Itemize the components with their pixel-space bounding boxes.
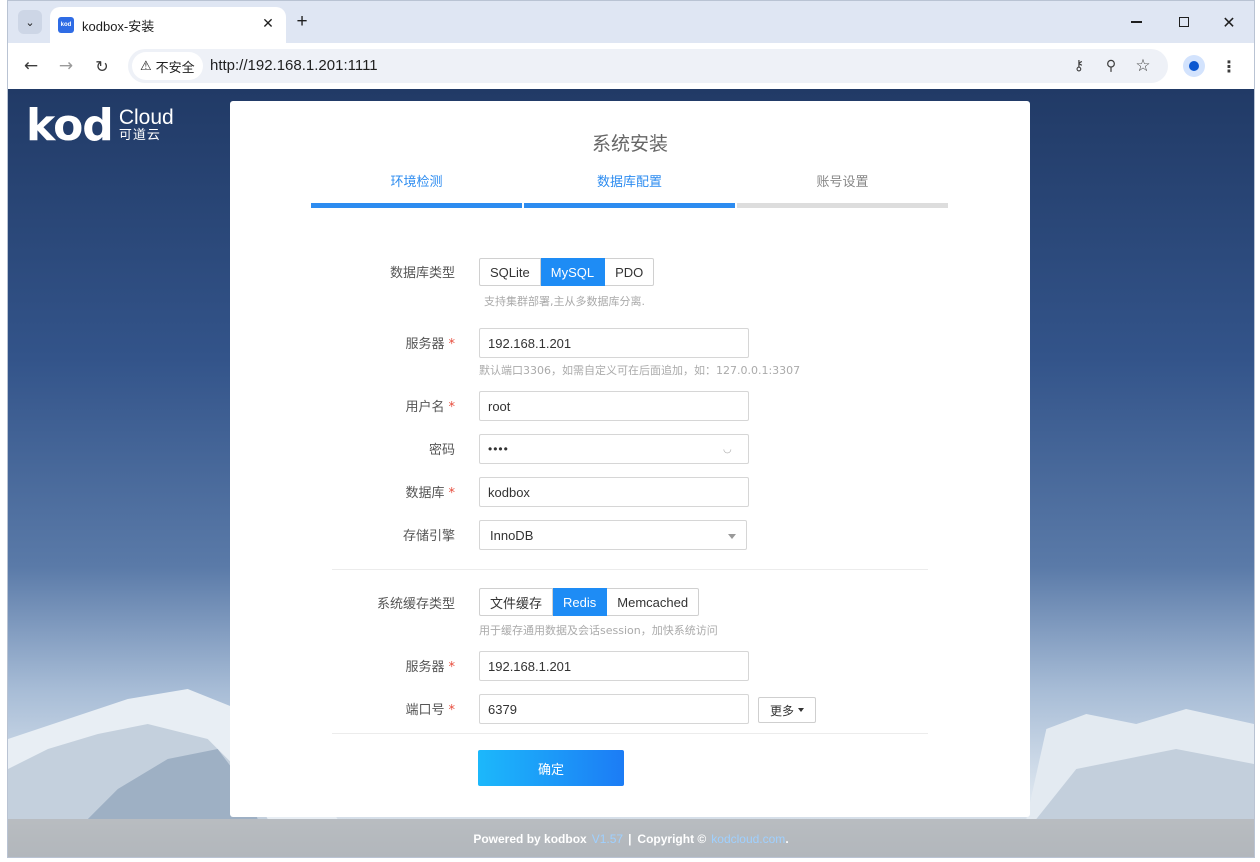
step-progress-bar <box>737 203 948 208</box>
address-bar[interactable]: ⚠ 不安全 http://192.168.1.201:1111 ⚷ ⚲ ☆ <box>128 49 1168 83</box>
logo-cloud-text: Cloud <box>119 108 174 128</box>
tab-title: kodbox-安装 <box>82 16 154 35</box>
db-type-pdo[interactable]: PDO <box>605 258 654 286</box>
cache-type-hint: 用于缓存通用数据及会话session，加快系统访问 <box>479 622 718 638</box>
chevron-down-icon <box>728 534 736 539</box>
security-label: 不安全 <box>156 57 195 76</box>
db-server-input[interactable]: 192.168.1.201 <box>479 328 749 358</box>
step-env-check[interactable]: 环境检测 <box>311 171 522 208</box>
step-label: 数据库配置 <box>524 171 735 191</box>
step-account[interactable]: 账号设置 <box>737 171 948 208</box>
tab-close-icon[interactable]: ✕ <box>258 14 278 34</box>
tab-search-chevron-icon[interactable]: ⌄ <box>18 10 42 34</box>
db-type-label: 数据库类型 <box>230 262 455 281</box>
db-user-input[interactable]: root <box>479 391 749 421</box>
step-db-config[interactable]: 数据库配置 <box>524 171 735 208</box>
db-type-group: SQLite MySQL PDO <box>479 258 654 286</box>
page-title: 系统安装 <box>230 129 1030 156</box>
zoom-magnifier-icon[interactable]: ⚲ <box>1100 55 1122 77</box>
db-name-input[interactable]: kodbox <box>479 477 749 507</box>
db-type-hint: 支持集群部署,主从多数据库分离. <box>484 293 645 309</box>
step-label: 账号设置 <box>737 171 948 191</box>
back-arrow-icon[interactable]: ← <box>18 53 44 79</box>
db-password-label: 密码 <box>230 439 455 458</box>
new-tab-plus-icon[interactable]: + <box>291 11 313 33</box>
install-card: 系统安装 环境检测 数据库配置 账号设置 数据库类型 <box>230 101 1030 817</box>
footer-version: V1.57 <box>592 832 623 846</box>
warning-triangle-icon: ⚠ <box>140 59 152 74</box>
browser-toolbar: ← → ↻ ⚠ 不安全 http://192.168.1.201:1111 ⚷ … <box>8 43 1254 89</box>
eye-closed-icon[interactable]: ◡ <box>723 444 739 454</box>
page-background: kod Cloud 可道云 系统安装 环境检测 数据库配置 账号设置 <box>8 89 1254 858</box>
db-engine-label: 存储引擎 <box>230 525 455 544</box>
db-server-hint: 默认端口3306，如需自定义可在后面追加，如：127.0.0.1:3307 <box>479 362 800 378</box>
db-user-label: 用户名* <box>230 396 455 415</box>
section-divider <box>332 569 928 570</box>
footer-separator: | <box>628 832 631 846</box>
step-progress-bar <box>311 203 522 208</box>
kodcloud-logo: kod Cloud 可道云 <box>26 105 174 147</box>
cache-type-label: 系统缓存类型 <box>230 593 455 612</box>
cache-server-input[interactable]: 192.168.1.201 <box>479 651 749 681</box>
db-type-mysql[interactable]: MySQL <box>541 258 605 286</box>
more-options-button[interactable]: 更多 <box>758 697 816 723</box>
cache-port-label: 端口号* <box>230 699 455 718</box>
window-close-icon[interactable]: ✕ <box>1215 9 1243 35</box>
browser-window: ⌄ kod kodbox-安装 ✕ + ✕ ← → ↻ ⚠ 不安全 http:/… <box>7 0 1255 858</box>
page-footer: Powered by kodbox V1.57 | Copyright © ko… <box>8 819 1254 858</box>
forward-arrow-icon[interactable]: → <box>53 53 79 79</box>
step-label: 环境检测 <box>311 171 522 191</box>
db-name-label: 数据库* <box>230 482 455 501</box>
confirm-button[interactable]: 确定 <box>478 750 624 786</box>
security-indicator[interactable]: ⚠ 不安全 <box>132 52 203 80</box>
footer-tail: . <box>785 832 788 846</box>
db-server-label: 服务器* <box>230 333 455 352</box>
logo-chinese-text: 可道云 <box>119 128 174 144</box>
step-progress-bar <box>524 203 735 208</box>
cache-type-group: 文件缓存 Redis Memcached <box>479 588 699 616</box>
cache-port-input[interactable]: 6379 <box>479 694 749 724</box>
browser-tab[interactable]: kod kodbox-安装 ✕ <box>50 7 286 43</box>
cache-type-redis[interactable]: Redis <box>553 588 607 616</box>
db-password-input[interactable]: •••• ◡ <box>479 434 749 464</box>
footer-link[interactable]: kodcloud.com <box>711 832 785 846</box>
cache-server-label: 服务器* <box>230 656 455 675</box>
section-divider <box>332 733 928 734</box>
caret-down-icon <box>798 708 804 712</box>
footer-copyright: Copyright © <box>637 832 706 846</box>
window-maximize-icon[interactable] <box>1170 9 1198 35</box>
cache-type-memcached[interactable]: Memcached <box>607 588 699 616</box>
profile-avatar-icon[interactable] <box>1183 55 1205 77</box>
db-type-sqlite[interactable]: SQLite <box>479 258 541 286</box>
bookmark-star-icon[interactable]: ☆ <box>1132 55 1154 77</box>
footer-powered: Powered by kodbox <box>473 832 586 846</box>
tab-strip: ⌄ kod kodbox-安装 ✕ + ✕ <box>8 1 1254 43</box>
password-key-icon[interactable]: ⚷ <box>1068 55 1090 77</box>
window-minimize-icon[interactable] <box>1122 9 1150 35</box>
logo-kod-text: kod <box>26 104 113 148</box>
browser-menu-kebab-icon[interactable]: ⋮ <box>1220 55 1238 77</box>
kodbox-favicon-icon: kod <box>58 17 74 33</box>
reload-icon[interactable]: ↻ <box>89 53 115 79</box>
db-engine-select[interactable]: InnoDB <box>479 520 747 550</box>
url-text[interactable]: http://192.168.1.201:1111 <box>210 57 378 74</box>
cache-type-file[interactable]: 文件缓存 <box>479 588 553 616</box>
